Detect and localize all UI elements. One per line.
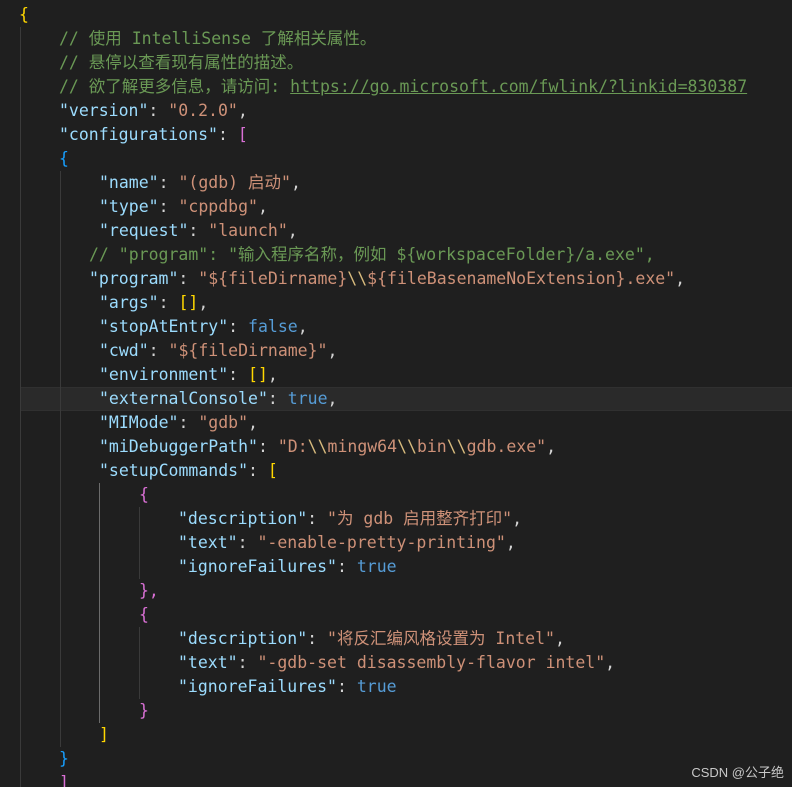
code-line: "program": "${fileDirname}\\${fileBasena… xyxy=(89,269,686,288)
code-line-current[interactable]: "externalConsole": true, xyxy=(99,387,337,411)
code-line: // 使用 IntelliSense 了解相关属性。 xyxy=(59,29,377,48)
code-line: ] xyxy=(59,773,69,787)
code-line: "ignoreFailures": true xyxy=(178,677,397,696)
code-line: "request": "launch", xyxy=(99,221,298,240)
code-line: "miDebuggerPath": "D:\\mingw64\\bin\\gdb… xyxy=(99,437,557,456)
code-line: }, xyxy=(139,581,159,600)
code-line: "args": [], xyxy=(99,293,209,312)
code-line: ] xyxy=(99,725,109,744)
indent-guide-active xyxy=(99,483,100,723)
code-line: "description": "将反汇编风格设置为 Intel", xyxy=(178,629,565,648)
code-line: "text": "-enable-pretty-printing", xyxy=(178,533,516,552)
fwlink-link[interactable]: https://go.microsoft.com/fwlink/?linkid=… xyxy=(290,77,747,96)
code-line: "type": "cppdbg", xyxy=(99,197,268,216)
code-line: "ignoreFailures": true xyxy=(178,557,397,576)
code-line: "stopAtEntry": false, xyxy=(99,317,308,336)
indent-guide xyxy=(139,627,140,699)
code-line: { xyxy=(139,605,149,624)
code-line: "MIMode": "gdb", xyxy=(99,413,258,432)
code-line: "description": "为 gdb 启用整齐打印", xyxy=(178,509,522,528)
code-line: "environment": [], xyxy=(99,365,278,384)
code-line: } xyxy=(139,701,149,720)
code-line: "configurations": [ xyxy=(59,125,248,144)
code-line: { xyxy=(139,485,149,504)
code-line: // "program": "输入程序名称，例如 ${workspaceFold… xyxy=(89,245,655,264)
indent-guide xyxy=(20,27,21,787)
csdn-watermark: CSDN @公子绝 xyxy=(691,765,784,780)
indent-guide xyxy=(139,507,140,579)
code-line: "setupCommands": [ xyxy=(99,461,278,480)
code-line: } xyxy=(59,749,69,768)
indent-guide xyxy=(60,171,61,747)
code-line: "text": "-gdb-set disassembly-flavor int… xyxy=(178,653,616,672)
code-line: // 悬停以查看现有属性的描述。 xyxy=(59,53,304,72)
code-line: "cwd": "${fileDirname}", xyxy=(99,341,338,360)
code-line: "version": "0.2.0", xyxy=(59,101,248,120)
code-line: // 欲了解更多信息，请访问: https://go.microsoft.com… xyxy=(59,77,748,96)
code-editor[interactable]: { // 使用 IntelliSense 了解相关属性。 // 悬停以查看现有属… xyxy=(0,0,792,787)
code-line: "name": "(gdb) 启动", xyxy=(99,173,301,192)
code-line: { xyxy=(59,149,69,168)
code-line: { xyxy=(19,5,29,24)
